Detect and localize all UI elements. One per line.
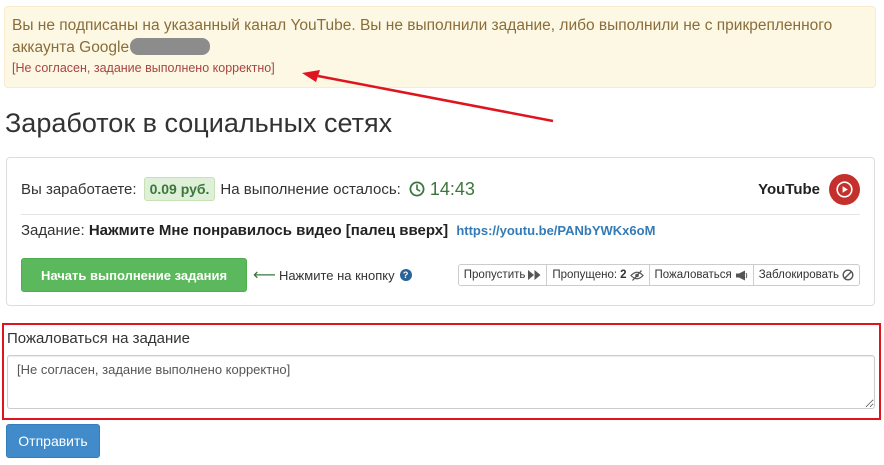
task-text: Нажмите Мне понравилось видео [палец вве… [88, 222, 449, 239]
service-name: YouTube [758, 180, 820, 198]
task-description-row: Задание: Нажмите Мне понравилось видео [… [21, 221, 655, 241]
alert-warning: Вы не подписаны на указанный канал YouTu… [4, 6, 876, 88]
question-icon[interactable]: ? [399, 269, 412, 281]
panel-divider [21, 214, 860, 215]
skip-button[interactable]: Пропустить [457, 264, 548, 286]
task-panel: Вы заработаете: 0.09 руб. На выполнение … [6, 157, 875, 306]
skip-label: Пропустить [463, 269, 526, 281]
start-task-button[interactable]: Начать выполнение задания [21, 258, 247, 292]
time-left-label: На выполнение осталось: [220, 180, 401, 198]
redacted-account [130, 38, 211, 55]
megaphone-icon [735, 270, 748, 281]
service-info: YouTube [758, 173, 860, 205]
complain-label: Пожаловаться [654, 269, 732, 281]
earn-label: Вы заработаете: [21, 180, 137, 198]
complaint-label: Пожаловаться на задание [7, 330, 190, 347]
complain-button[interactable]: Пожаловаться [648, 264, 754, 286]
start-hint: ⟵ Нажмите на кнопку ? [253, 265, 412, 285]
amount-badge: 0.09 руб. [143, 177, 216, 201]
submit-button[interactable]: Отправить [6, 424, 100, 458]
hint-text: Нажмите на кнопку [278, 267, 395, 283]
task-action-buttons: Пропустить Пропущено: 2 Пожаловаться Заб… [457, 264, 860, 286]
forward-icon [528, 270, 541, 280]
eye-slash-icon [629, 269, 644, 281]
ban-icon [842, 269, 854, 281]
block-button[interactable]: Заблокировать [752, 264, 860, 286]
block-label: Заблокировать [758, 269, 839, 281]
skipped-count: 2 [620, 269, 627, 281]
skipped-button[interactable]: Пропущено: 2 [546, 264, 650, 286]
dispute-link[interactable]: [Не согласен, задание выполнено корректн… [12, 61, 867, 75]
youtube-icon [829, 173, 860, 205]
task-video-link[interactable]: https://youtu.be/PANbYWKx6oM [456, 223, 655, 238]
complaint-textarea[interactable]: [Не согласен, задание выполнено корректн… [7, 355, 875, 409]
task-summary-row: Вы заработаете: 0.09 руб. На выполнение … [21, 173, 860, 205]
complaint-section: Пожаловаться на задание [Не согласен, за… [2, 323, 881, 420]
arrow-left-icon: ⟵ [253, 267, 276, 284]
page-title: Заработок в социальных сетях [5, 108, 393, 138]
alert-message-line: Вы не подписаны на указанный канал YouTu… [12, 15, 867, 59]
timer: 14:43 [429, 178, 475, 199]
skipped-label: Пропущено: [552, 269, 618, 281]
task-actions-row: Начать выполнение задания ⟵ Нажмите на к… [21, 258, 860, 292]
task-label: Задание: [21, 222, 85, 239]
clock-icon [409, 181, 425, 197]
